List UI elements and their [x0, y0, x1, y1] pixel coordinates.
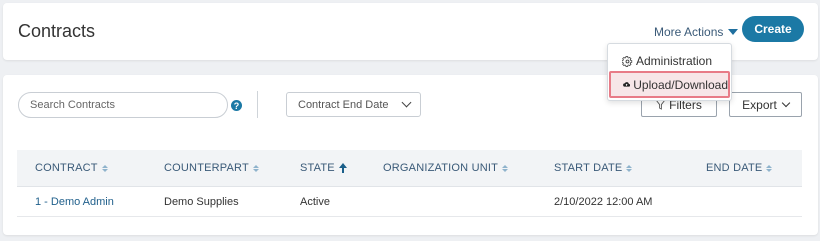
help-icon[interactable]: ? [231, 100, 242, 111]
export-label: Export [742, 97, 777, 112]
column-label: CONTRACT [35, 162, 98, 174]
table-header: CONTRACT COUNTERPART STATE ORGANIZATION … [17, 150, 802, 187]
cloud-upload-icon [623, 82, 631, 87]
export-button[interactable]: Export [729, 92, 802, 117]
search-input[interactable] [18, 92, 228, 118]
column-label: STATE [300, 162, 335, 174]
divider [257, 91, 258, 118]
filter-icon [656, 99, 666, 110]
column-header-organization-unit[interactable]: ORGANIZATION UNIT [383, 162, 509, 174]
column-label: COUNTERPART [164, 162, 249, 174]
date-filter-value: Contract End Date [298, 98, 389, 111]
menu-item-label: Upload/Download [633, 77, 728, 92]
counterpart-cell: Demo Supplies [164, 196, 239, 208]
column-label: START DATE [554, 162, 623, 174]
page-title: Contracts [18, 21, 96, 41]
column-header-start-date[interactable]: START DATE [554, 162, 633, 174]
table-row: 1 - Demo Admin Demo Supplies Active 2/10… [17, 187, 802, 217]
menu-item-label: Administration [636, 54, 713, 68]
more-actions-label: More Actions [654, 25, 724, 39]
start-date-cell: 2/10/2022 12:00 AM [554, 196, 653, 208]
state-cell: Active [300, 196, 330, 208]
date-filter-select[interactable]: Contract End Date [286, 92, 421, 117]
chevron-down-icon [781, 98, 791, 107]
more-actions-menu: Administration Upload/Download [607, 43, 732, 101]
column-label: ORGANIZATION UNIT [383, 162, 499, 174]
sort-icon [626, 164, 633, 172]
contract-link[interactable]: 1 - Demo Admin [35, 196, 114, 208]
sort-icon [252, 164, 259, 172]
chevron-down-icon [401, 97, 412, 108]
more-actions-button[interactable]: More Actions [654, 25, 739, 39]
create-button[interactable]: Create [742, 16, 804, 42]
sort-icon [502, 164, 509, 172]
sort-ascending-icon [338, 163, 347, 173]
gear-icon [622, 55, 633, 67]
column-header-end-date[interactable]: END DATE [706, 162, 773, 174]
column-header-contract[interactable]: CONTRACT [35, 162, 108, 174]
sort-icon [766, 164, 773, 172]
column-header-state[interactable]: STATE [300, 162, 347, 174]
sort-icon [101, 164, 108, 172]
column-label: END DATE [706, 162, 763, 174]
column-header-counterpart[interactable]: COUNTERPART [164, 162, 259, 174]
caret-down-icon [728, 29, 739, 35]
menu-item-upload-download[interactable]: Upload/Download [609, 71, 730, 98]
